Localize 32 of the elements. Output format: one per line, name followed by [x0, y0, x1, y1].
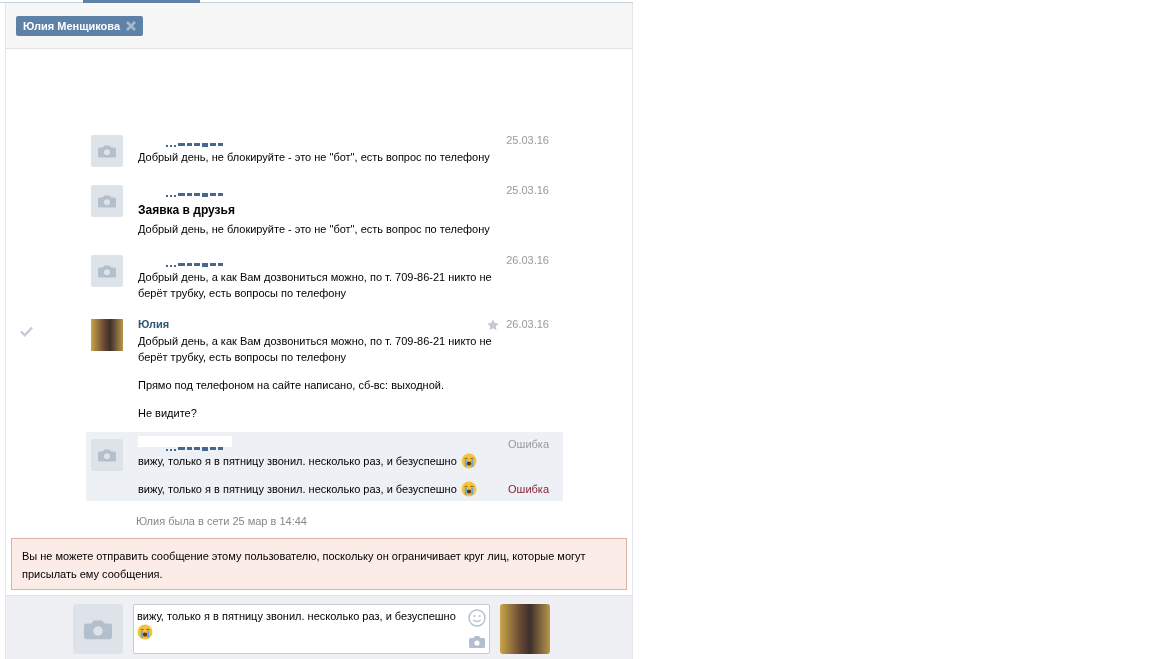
recipient-name: Юлия Менщикова [23, 19, 121, 34]
message-date: 25.03.16 [506, 133, 549, 148]
star-icon[interactable] [487, 318, 500, 331]
message-input[interactable]: вижу, только я в пятницу звонил. несколько раз, и безуспешно [133, 604, 490, 654]
redacted-name-drawing [166, 143, 223, 147]
redacted-name-drawing [166, 263, 223, 267]
message-text: Добрый день, а как Вам дозвониться можно, по т. 709-86-21 никто не берёт трубку, есть вопросы по телефону [138, 335, 492, 363]
message-date: 25.03.16 [506, 183, 549, 198]
camera-icon[interactable] [469, 635, 485, 648]
message-text: вижу, только я в пятницу звонил. несколько раз, и безуспешно [138, 483, 457, 495]
camera-avatar-icon [73, 604, 123, 654]
message-text: вижу, только я в пятницу звонил. несколько раз, и безуспешно [138, 455, 457, 467]
message-date: 26.03.16 [506, 253, 549, 268]
checkmark-icon[interactable] [20, 326, 33, 337]
message-text: Добрый день, не блокируйте - это не "бот", есть вопрос по телефону [138, 223, 490, 235]
notice-text: Вы не можете отправить сообщение этому пользователю, поскольку он ограничивает круг лиц, которые могут присылать ему сообщения. [22, 549, 587, 582]
message-text: Добрый день, а как Вам дозвониться можно, по т. 709-86-21 никто не берёт трубку, есть вопросы по телефону [138, 271, 492, 299]
last-seen-text: Юлия была в сети 25 мар в 14:44 [136, 514, 307, 529]
message-date: Ошибка [508, 437, 549, 452]
message-text: Не видите? [138, 407, 197, 419]
message-text: Добрый день, не блокируйте - это не "бот", есть вопрос по телефону [138, 151, 490, 163]
message-subject: Заявка в друзья [138, 202, 236, 219]
recipient-chip[interactable]: Юлия Менщикова [16, 16, 144, 36]
smiley-icon[interactable] [468, 609, 486, 627]
message-text: Прямо под телефоном на сайте написано, сб-вс: выходной. [138, 379, 444, 391]
redacted-name-drawing [166, 193, 223, 197]
sender-name[interactable]: Юлия [138, 316, 170, 333]
redacted-name-drawing [166, 447, 223, 451]
avatar-photo [500, 604, 550, 654]
error-status: Ошибка [508, 482, 549, 497]
message-date: 26.03.16 [506, 317, 549, 332]
close-icon[interactable] [126, 21, 137, 31]
